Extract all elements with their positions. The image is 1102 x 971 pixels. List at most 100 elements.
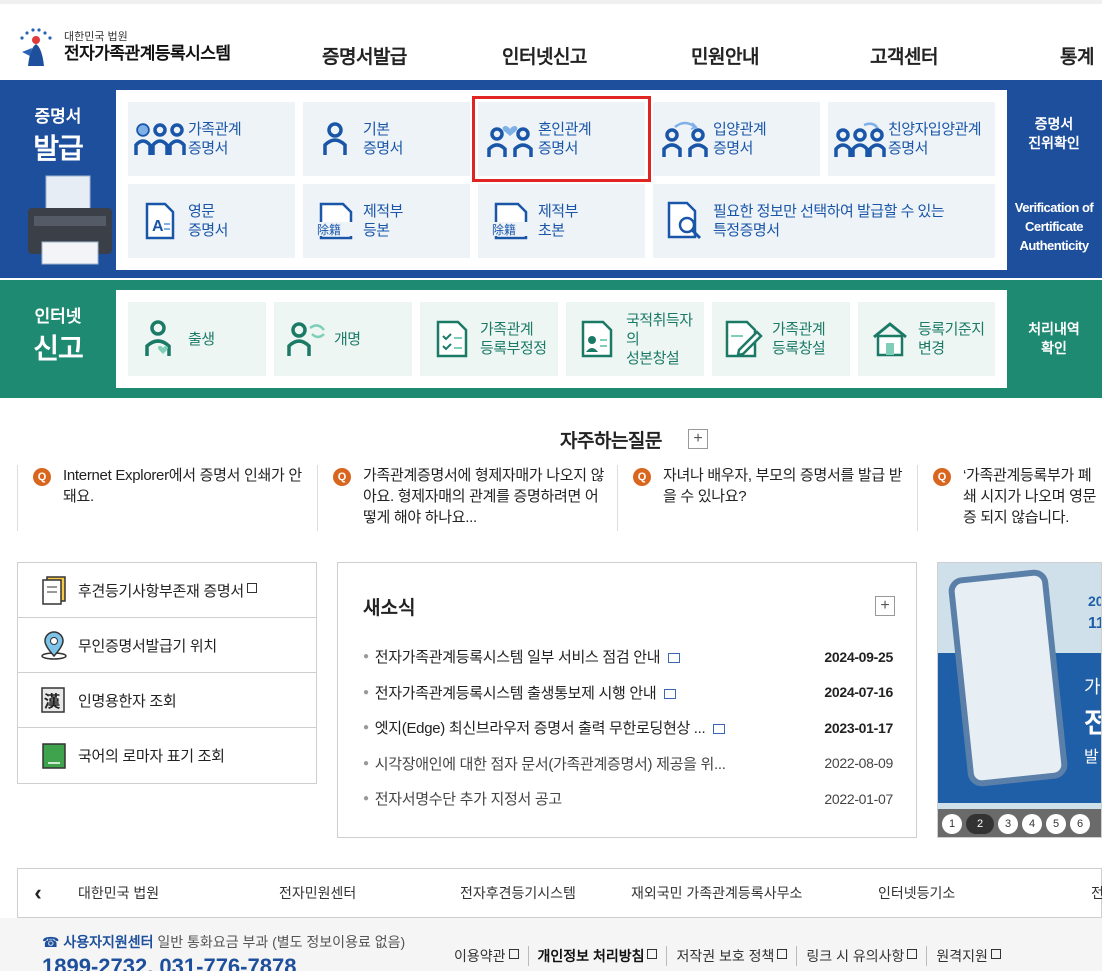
footer-copyright-link[interactable]: 저작권 보호 정책 bbox=[666, 946, 796, 966]
couple-heart-icon bbox=[482, 117, 538, 161]
site-link[interactable]: 전자민원센터 bbox=[279, 883, 356, 903]
site-link[interactable]: 전자후견등기시스템 bbox=[460, 883, 576, 903]
tile-name-change-report[interactable]: 개명 bbox=[274, 302, 412, 376]
support-phone-number: 1899-2732, 031-776-7878 bbox=[42, 954, 297, 971]
news-item[interactable]: ● 전자가족관계등록시스템 일부 서비스 점검 안내 2024-09-25 bbox=[363, 639, 893, 675]
banner-page-3[interactable]: 3 bbox=[998, 814, 1018, 834]
tile-naturalized-surname[interactable]: 국적취득자의 성본창설 bbox=[566, 302, 704, 376]
quick-kiosk-location[interactable]: 무인증명서발급기 위치 bbox=[18, 618, 316, 673]
chevron-left-icon[interactable]: ‹ bbox=[18, 880, 58, 906]
new-post-icon bbox=[668, 653, 681, 664]
faq-item[interactable]: Q Internet Explorer에서 증명서 인쇄가 안돼요. bbox=[17, 465, 307, 531]
footer-terms-link[interactable]: 이용약관 bbox=[445, 946, 528, 966]
quick-romanization[interactable]: 국어의 로마자 표기 조회 bbox=[18, 728, 316, 783]
tile-full-adoption-cert[interactable]: 친양자입양관계 증명서 bbox=[828, 102, 995, 176]
svg-text:A: A bbox=[152, 218, 164, 235]
nav-civil-guide[interactable]: 민원안내 bbox=[691, 42, 759, 69]
family-group-icon bbox=[132, 117, 188, 161]
tile-registration-base-change[interactable]: 등록기준지 변경 bbox=[858, 302, 995, 376]
question-icon: Q bbox=[33, 468, 51, 486]
site-link[interactable]: 재외국민 가족관계등록사무소 bbox=[631, 883, 802, 903]
nav-statistics[interactable]: 통계 bbox=[1060, 42, 1094, 69]
phone-icon: ☎ bbox=[42, 934, 60, 950]
site-link[interactable]: 인터넷등기소 bbox=[878, 883, 955, 903]
logo-subtitle: 대한민국 법원 bbox=[64, 30, 128, 43]
certificate-issue-band: 증명서 발급 가족관계 증명서 기본 증명서 혼인관계 증명서 입양관계 증명서… bbox=[0, 80, 1102, 278]
tile-adoption-relation-cert[interactable]: 입양관계 증명서 bbox=[653, 102, 820, 176]
footer-link-notice[interactable]: 링크 시 유의사항 bbox=[796, 946, 926, 966]
english-document-icon: A bbox=[132, 199, 188, 243]
id-document-icon bbox=[570, 317, 626, 361]
quick-guardianship-cert[interactable]: 후견등기사항부존재 증명서 bbox=[18, 563, 316, 618]
report-band-label: 인터넷 신고 bbox=[33, 307, 84, 364]
news-item[interactable]: ● 엣지(Edge) 최신브라우저 증명서 출력 무한로딩현상 ... 2023… bbox=[363, 710, 893, 746]
court-emblem-icon bbox=[16, 26, 56, 68]
site-logo[interactable]: 대한민국 법원 전자가족관계등록시스템 bbox=[16, 26, 231, 68]
document-search-icon bbox=[657, 199, 713, 243]
support-center: ☎ 사용자지원센터 일반 통화요금 부과 (별도 정보이용료 없음) bbox=[42, 934, 406, 950]
news-item[interactable]: ● 전자가족관계등록시스템 출생통보제 시행 안내 2024-07-16 bbox=[363, 675, 893, 711]
report-panel: 출생 개명 가족관계 등록부정정 국적취득자의 성본창설 가족관계 등록창설 등… bbox=[116, 290, 1007, 388]
faq-item[interactable]: Q 자녀나 배우자, 부모의 증명서를 발급 받을 수 있나요? bbox=[617, 465, 907, 531]
faq-more-button[interactable]: + bbox=[688, 429, 708, 449]
tile-specific-cert[interactable]: 필요한 정보만 선택하여 발급할 수 있는 특정증명서 bbox=[653, 184, 995, 258]
related-sites-bar: ‹ 대한민국 법원 전자민원센터 전자후견등기시스템 재외국민 가족관계등록사무… bbox=[17, 868, 1102, 918]
tile-english-cert[interactable]: A 영문 증명서 bbox=[128, 184, 295, 258]
header: 대한민국 법원 전자가족관계등록시스템 증명서발급 인터넷신고 민원안내 고객센… bbox=[0, 0, 1102, 80]
footer-remote-support-link[interactable]: 원격지원 bbox=[926, 946, 1010, 966]
footer-privacy-link[interactable]: 개인정보 처리방침 bbox=[527, 946, 667, 966]
site-link[interactable]: 대한민국 법원 bbox=[78, 883, 159, 903]
external-link-icon bbox=[777, 949, 788, 959]
site-link[interactable]: 전 bbox=[1091, 883, 1102, 903]
banner-page-1[interactable]: 1 bbox=[942, 814, 962, 834]
birth-icon bbox=[132, 317, 188, 361]
nav-customer-center[interactable]: 고객센터 bbox=[870, 42, 938, 69]
tile-register-creation[interactable]: 가족관계 등록창설 bbox=[712, 302, 850, 376]
svg-text:漢: 漢 bbox=[44, 692, 61, 711]
certificate-verification-button[interactable]: 증명서 진위확인 bbox=[1006, 90, 1102, 178]
nav-certificate-issue[interactable]: 증명서발급 bbox=[322, 42, 407, 69]
banner-pagination: 1 2 3 4 5 6 bbox=[938, 809, 1101, 837]
banner-page-2[interactable]: 2 bbox=[966, 814, 994, 834]
news-more-button[interactable]: + bbox=[875, 596, 895, 616]
faq-item[interactable]: Q ‘가족관계등록부가 폐쇄 시지가 나오며 영문증 되지 않습니다. bbox=[917, 465, 1102, 531]
question-icon: Q bbox=[333, 468, 351, 486]
news-item[interactable]: ● 시각장애인에 대한 점자 문서(가족관계증명서) 제공을 위... 2022… bbox=[363, 746, 893, 782]
document-icon bbox=[38, 574, 70, 606]
tile-removed-register-extract[interactable]: 除籍 제적부 초본 bbox=[478, 184, 645, 258]
removed-register-icon: 除籍 bbox=[307, 199, 363, 243]
tile-removed-register-copy[interactable]: 除籍 제적부 등본 bbox=[303, 184, 470, 258]
issue-band-label: 증명서 발급 bbox=[33, 107, 84, 164]
external-link-icon bbox=[508, 949, 519, 959]
tile-basic-cert[interactable]: 기본 증명서 bbox=[303, 102, 470, 176]
news-item[interactable]: ● 전자서명수단 추가 지정서 공고 2022-01-07 bbox=[363, 781, 893, 817]
banner-page-6[interactable]: 6 bbox=[1070, 814, 1090, 834]
checklist-document-icon bbox=[424, 317, 480, 361]
processing-history-button[interactable]: 처리내역 확인 bbox=[1006, 290, 1102, 388]
svg-text:除籍: 除籍 bbox=[492, 222, 516, 237]
faq-item[interactable]: Q 가족관계증명서에 형제자매가 나오지 않아요. 형제자매의 관계를 증명하려… bbox=[317, 465, 607, 531]
svg-text:除籍: 除籍 bbox=[317, 222, 341, 237]
new-post-icon bbox=[713, 724, 726, 735]
tile-family-relation-cert[interactable]: 가족관계 증명서 bbox=[128, 102, 295, 176]
hanja-book-icon: 漢 bbox=[38, 684, 70, 716]
verification-authenticity-button[interactable]: Verification of Certificate Authenticity bbox=[1006, 182, 1102, 270]
internet-report-band: 인터넷 신고 출생 개명 가족관계 등록부정정 국적취득자의 성본창설 가족관계… bbox=[0, 280, 1102, 398]
banner-page-5[interactable]: 5 bbox=[1046, 814, 1066, 834]
logo-title: 전자가족관계등록시스템 bbox=[64, 43, 231, 63]
quick-name-hanja[interactable]: 漢 인명용한자 조회 bbox=[18, 673, 316, 728]
smartphone-illustration bbox=[947, 568, 1069, 788]
tile-birth-report[interactable]: 출생 bbox=[128, 302, 266, 376]
document-pen-icon bbox=[716, 317, 772, 361]
banner-page-4[interactable]: 4 bbox=[1022, 814, 1042, 834]
printer-illustration bbox=[22, 172, 114, 272]
external-link-icon bbox=[246, 583, 257, 593]
promo-banner[interactable]: 20 11 가 전 발 1 2 3 4 5 6 bbox=[937, 562, 1102, 838]
news-list: ● 전자가족관계등록시스템 일부 서비스 점검 안내 2024-09-25 ● … bbox=[363, 639, 893, 817]
nav-internet-report[interactable]: 인터넷신고 bbox=[502, 42, 587, 69]
tile-marriage-relation-cert[interactable]: 혼인관계 증명서 bbox=[472, 96, 651, 182]
adoption-icon bbox=[657, 117, 713, 161]
name-change-icon bbox=[278, 317, 334, 361]
tile-register-correction[interactable]: 가족관계 등록부정정 bbox=[420, 302, 558, 376]
news-title: 새소식 bbox=[363, 598, 416, 619]
